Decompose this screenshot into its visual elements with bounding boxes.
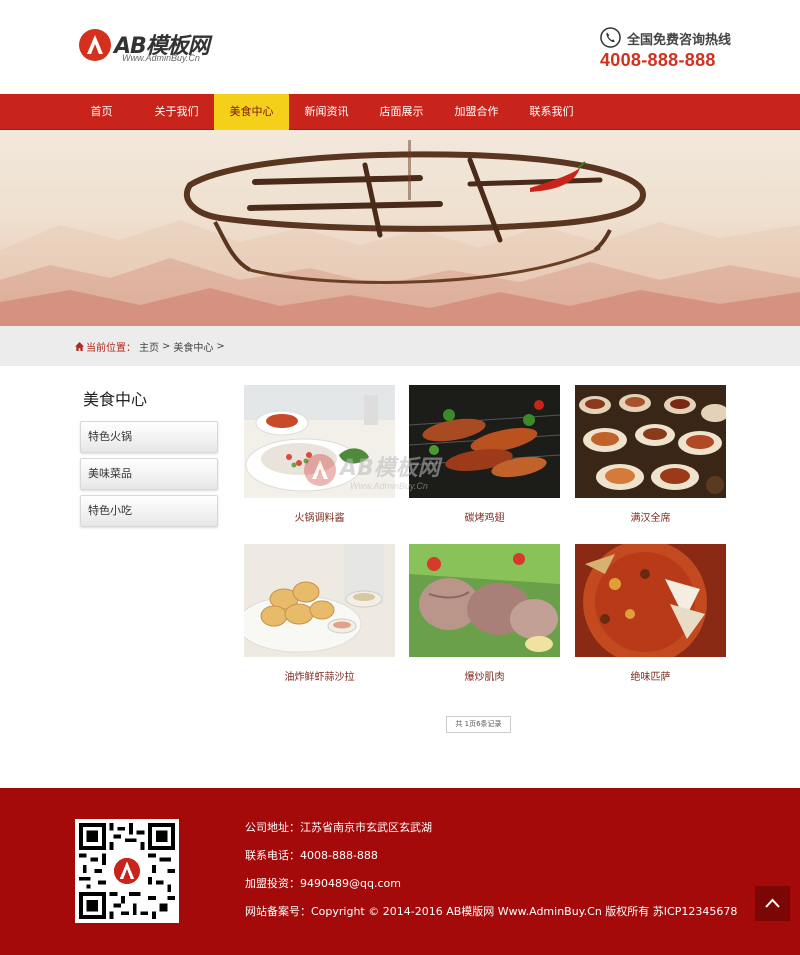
footer-franchise-email: 加盟投资：9490489@qq.com	[245, 877, 401, 890]
product-image[interactable]	[244, 544, 395, 657]
qr-code	[75, 819, 179, 923]
product-caption[interactable]: 碳烤鸡翅	[409, 509, 560, 524]
banner-artwork	[0, 140, 800, 326]
breadcrumb-current-link[interactable]: 美食中心	[173, 339, 213, 354]
qr-code-image	[79, 823, 175, 919]
product-caption[interactable]: 火锅调料酱	[244, 509, 395, 524]
nav-item-stores[interactable]: 店面展示	[364, 94, 439, 130]
product-image[interactable]	[244, 385, 395, 498]
breadcrumb-bar: 当前位置： 主页 > 美食中心 >	[0, 326, 800, 366]
arrow-up-icon	[765, 898, 780, 908]
product-image[interactable]	[409, 544, 560, 657]
hotline-number: 4008-888-888	[600, 50, 716, 70]
breadcrumb-label: 当前位置：	[86, 343, 136, 354]
footer-contact: 公司地址：江苏省南京市玄武区玄武湖 联系电话：4008-888-888 加盟投资…	[245, 820, 737, 932]
nav-item-contact[interactable]: 联系我们	[514, 94, 589, 130]
nav-item-about[interactable]: 关于我们	[139, 94, 214, 130]
sidebar-categories: 特色火锅 美味菜品 特色小吃	[80, 421, 218, 532]
nav-item-franchise[interactable]: 加盟合作	[439, 94, 514, 130]
product-image[interactable]	[575, 385, 726, 498]
sidebar-item-snacks[interactable]: 特色小吃	[80, 495, 218, 527]
product-card[interactable]: 碳烤鸡翅	[409, 385, 560, 524]
product-caption[interactable]: 油炸鲜虾蒜沙拉	[244, 668, 395, 683]
logo-icon	[79, 29, 111, 61]
back-to-top-button[interactable]	[755, 886, 790, 921]
breadcrumb-separator: >	[216, 341, 225, 352]
sidebar-title: 美食中心	[83, 390, 148, 409]
breadcrumb-home-link[interactable]: 主页	[139, 339, 159, 354]
hotline-label: 全国免费咨询热线	[627, 33, 732, 48]
main-nav: 首页 关于我们 美食中心 新闻资讯 店面展示 加盟合作 联系我们	[0, 94, 800, 130]
product-card[interactable]: 爆炒肌肉	[409, 544, 560, 683]
sidebar-item-dishes[interactable]: 美味菜品	[80, 458, 218, 490]
site-logo[interactable]: AB模板网 Www.AdminBuy.Cn	[78, 28, 248, 68]
product-image[interactable]	[409, 385, 560, 498]
sidebar-item-hotpot[interactable]: 特色火锅	[80, 421, 218, 453]
site-footer: 公司地址：江苏省南京市玄武区玄武湖 联系电话：4008-888-888 加盟投资…	[0, 788, 800, 955]
product-card[interactable]: 绝味匹萨	[575, 544, 726, 683]
breadcrumb: 当前位置： 主页 > 美食中心 >	[75, 339, 228, 354]
product-card[interactable]: 油炸鲜虾蒜沙拉	[244, 544, 395, 683]
footer-copyright: 网站备案号：Copyright © 2014-2016 AB模版网 Www.Ad…	[245, 905, 738, 918]
home-icon	[75, 342, 84, 351]
footer-address: 公司地址：江苏省南京市玄武区玄武湖	[245, 821, 432, 834]
product-card[interactable]: 火锅调料酱	[244, 385, 395, 524]
footer-phone: 联系电话：4008-888-888	[245, 849, 378, 862]
nav-item-food-center[interactable]: 美食中心	[214, 94, 289, 130]
nav-item-news[interactable]: 新闻资讯	[289, 94, 364, 130]
product-card[interactable]: 满汉全席	[575, 385, 726, 524]
breadcrumb-separator: >	[162, 341, 171, 352]
product-caption[interactable]: 绝味匹萨	[575, 668, 726, 683]
hotline: 全国免费咨询热线 4008-888-888	[600, 26, 800, 76]
phone-icon	[600, 27, 621, 48]
nav-item-home[interactable]: 首页	[64, 94, 139, 130]
product-caption[interactable]: 满汉全席	[575, 509, 726, 524]
product-caption[interactable]: 爆炒肌肉	[409, 668, 560, 683]
pagination-info: 共 1页6条记录	[446, 716, 511, 733]
site-header: AB模板网 Www.AdminBuy.Cn 全国免费咨询热线 4008-888-…	[0, 0, 800, 94]
product-image[interactable]	[575, 544, 726, 657]
logo-subtitle: Www.AdminBuy.Cn	[122, 53, 200, 63]
hero-banner	[0, 130, 800, 326]
